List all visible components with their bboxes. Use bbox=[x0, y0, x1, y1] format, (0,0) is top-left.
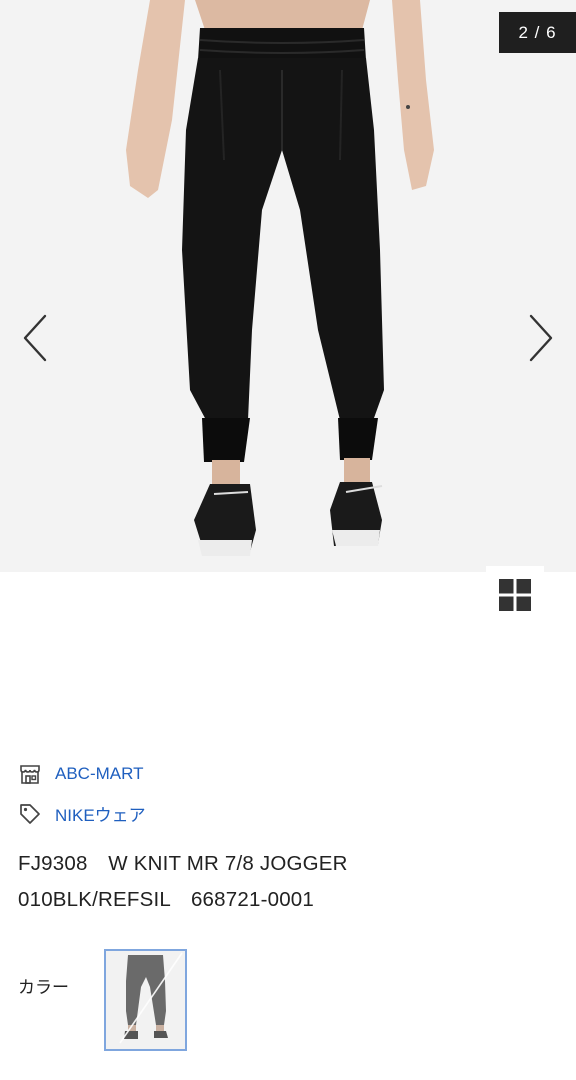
storefront-icon bbox=[18, 762, 42, 786]
category-link[interactable]: NIKEウェア bbox=[55, 801, 146, 826]
grid-view-button[interactable] bbox=[486, 566, 544, 624]
next-image-button[interactable] bbox=[520, 306, 560, 370]
previous-image-button[interactable] bbox=[16, 306, 56, 370]
chevron-right-icon bbox=[529, 314, 553, 362]
product-title: FJ9308 W KNIT MR 7/8 JOGGER bbox=[18, 852, 348, 875]
product-image-carousel[interactable]: 2 / 6 bbox=[0, 0, 576, 572]
price-tag-icon bbox=[18, 802, 42, 826]
image-counter: 2 / 6 bbox=[499, 12, 576, 53]
product-photo bbox=[0, 0, 576, 572]
shop-row: ABC-MART bbox=[18, 762, 143, 786]
color-label: カラー bbox=[18, 978, 69, 997]
shop-link[interactable]: ABC-MART bbox=[55, 764, 143, 784]
chevron-left-icon bbox=[23, 314, 47, 362]
product-codes: 010BLK/REFSIL 668721-0001 bbox=[18, 888, 314, 911]
category-row: NIKEウェア bbox=[18, 801, 146, 826]
grid-view-icon bbox=[499, 579, 531, 611]
color-swatch-selected[interactable] bbox=[104, 949, 187, 1051]
swatch-thumbnail bbox=[106, 951, 185, 1049]
